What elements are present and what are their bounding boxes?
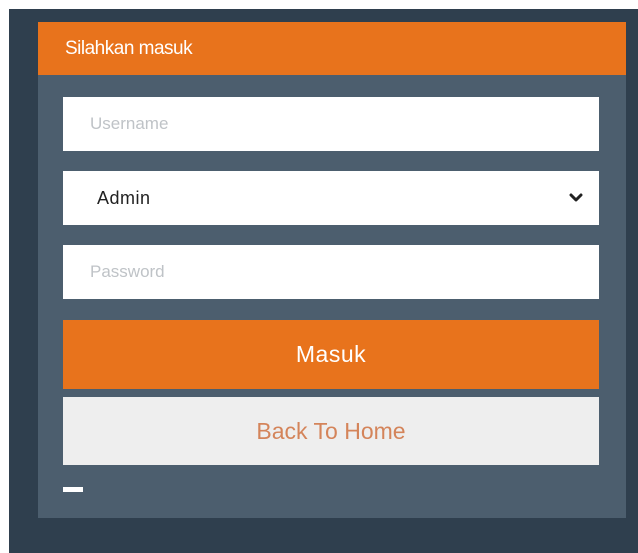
minus-icon: [63, 487, 83, 492]
login-form: Admin Masuk Back To Home: [63, 97, 599, 465]
login-button[interactable]: Masuk: [63, 320, 599, 389]
page: Silahkan masuk Admin Masuk Back To Home: [0, 0, 638, 553]
username-input[interactable]: [63, 97, 599, 151]
back-to-home-button[interactable]: Back To Home: [63, 397, 599, 465]
role-select-value: Admin: [97, 187, 151, 208]
panel-title: Silahkan masuk: [65, 37, 193, 59]
role-select[interactable]: Admin: [63, 171, 599, 225]
panel-header: Silahkan masuk: [38, 22, 626, 75]
login-panel: Silahkan masuk Admin Masuk Back To Home: [38, 22, 626, 518]
chevron-down-icon: [569, 193, 583, 202]
password-input[interactable]: [63, 245, 599, 299]
